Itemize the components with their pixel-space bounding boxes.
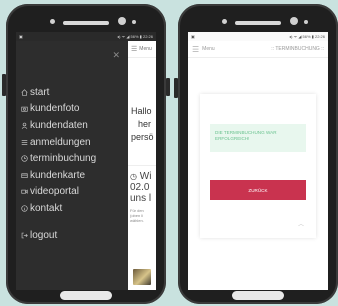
- info-icon: [21, 205, 28, 212]
- volume-button: [2, 74, 6, 96]
- thumbnail-image[interactable]: [133, 269, 151, 285]
- status-bar: ▣ ◂) ᯤ ◢ 56% ▮ 22:26: [188, 32, 328, 41]
- clock-icon: [21, 155, 28, 162]
- home-icon: [21, 89, 28, 96]
- menu-item-kundendaten[interactable]: kundendaten: [21, 117, 128, 134]
- confirmation-card: DIE TERMINBUCHUNG WAR ERFOLGREICH! ZURÜC…: [200, 94, 316, 238]
- greeting-line: her: [138, 119, 152, 129]
- menu-item-label: kontakt: [30, 202, 63, 214]
- clock-icon: ◷: [130, 172, 137, 181]
- navigation-drawer: ✕ start kundenfoto kundendaten anmeldung…: [16, 41, 128, 290]
- appointment-text: Für den (oben li wählen.: [130, 208, 154, 223]
- card-icon: [21, 173, 28, 178]
- menu-item-kontakt[interactable]: kontakt: [21, 200, 128, 217]
- list-icon: [21, 139, 28, 145]
- greeting-line: persö: [131, 132, 154, 142]
- back-button[interactable]: ZURÜCK: [210, 180, 306, 200]
- sensor-icon: [222, 19, 227, 24]
- menu-item-label: anmeldungen: [30, 136, 91, 148]
- menu-item-label: terminbuchung: [30, 153, 97, 165]
- home-button[interactable]: [232, 291, 284, 300]
- menu-item-label: videoportal: [30, 186, 79, 198]
- title-line: 02.0: [130, 182, 150, 193]
- page-header: ☰ Menu: [128, 41, 156, 58]
- video-icon: [21, 189, 28, 195]
- menu-item-label: kundendaten: [30, 119, 88, 131]
- menu-item-kundenfoto[interactable]: kundenfoto: [21, 101, 128, 118]
- status-bar: ▣ ◂) ᯤ ◢ 56% ▮ 22:26: [16, 32, 156, 41]
- right-phone: ▣ ◂) ᯤ ◢ 56% ▮ 22:26 ☰ Menu :: TERMINBUC…: [174, 4, 338, 304]
- user-icon: [21, 122, 28, 129]
- hamburger-icon[interactable]: ☰: [131, 45, 137, 53]
- sensor-icon: [50, 19, 55, 24]
- appointment-title: ◷ Wi 02.0 uns l: [130, 171, 154, 204]
- drawer-menu: start kundenfoto kundendaten anmeldungen…: [21, 84, 128, 243]
- menu-label[interactable]: Menu: [202, 46, 215, 52]
- chevron-up-icon[interactable]: ︿: [298, 219, 304, 228]
- earpiece: [63, 21, 109, 25]
- appointment-card: ◷ Wi 02.0 uns l Für den (oben li wählen.: [128, 165, 156, 228]
- sensor-dot: [132, 20, 136, 24]
- menu-item-anmeldungen[interactable]: anmeldungen: [21, 134, 128, 151]
- title-line: Wi: [139, 171, 152, 182]
- status-left: ▣: [19, 34, 23, 39]
- page-header: ☰ Menu :: TERMINBUCHUNG ::: [188, 41, 328, 58]
- text-line: wählen.: [130, 218, 144, 223]
- hamburger-icon[interactable]: ☰: [192, 45, 199, 54]
- menu-item-label: logout: [30, 229, 58, 241]
- menu-item-label: kundenkarte: [30, 169, 86, 181]
- sensor-dot: [304, 20, 308, 24]
- close-icon[interactable]: ✕: [112, 50, 120, 61]
- page-title: :: TERMINBUCHUNG ::: [271, 46, 324, 52]
- volume-button: [174, 78, 178, 98]
- menu-item-logout[interactable]: logout: [21, 227, 128, 244]
- left-screen: ▣ ◂) ᯤ ◢ 56% ▮ 22:26 ☰ Menu Hallo her pe…: [16, 32, 156, 290]
- greeting-text: Hallo her persö: [131, 105, 154, 144]
- right-screen: ▣ ◂) ᯤ ◢ 56% ▮ 22:26 ☰ Menu :: TERMINBUC…: [188, 32, 328, 290]
- menu-item-kundenkarte[interactable]: kundenkarte: [21, 167, 128, 184]
- left-phone: ▣ ◂) ᯤ ◢ 56% ▮ 22:26 ☰ Menu Hallo her pe…: [2, 4, 170, 304]
- page-behind-drawer: ☰ Menu Hallo her persö ◷ Wi 02.0 uns l F…: [128, 41, 156, 290]
- title-line: uns l: [130, 193, 152, 204]
- status-right: ◂) ᯤ ◢ 56% ▮ 22:26: [289, 33, 325, 39]
- earpiece: [235, 21, 281, 25]
- menu-item-terminbuchung[interactable]: terminbuchung: [21, 150, 128, 167]
- menu-item-label: start: [30, 86, 50, 98]
- menu-item-label: kundenfoto: [30, 103, 80, 115]
- front-camera-icon: [118, 17, 126, 25]
- camera-icon: [21, 107, 28, 113]
- front-camera-icon: [290, 17, 298, 25]
- menu-toggle[interactable]: ☰ Menu: [192, 45, 215, 54]
- home-button[interactable]: [60, 291, 112, 300]
- greeting-line: Hallo: [131, 106, 152, 116]
- menu-item-start[interactable]: start: [21, 84, 128, 101]
- status-left: ▣: [191, 34, 195, 39]
- logout-icon: [21, 232, 28, 238]
- success-message: DIE TERMINBUCHUNG WAR ERFOLGREICH!: [210, 124, 306, 152]
- menu-item-videoportal[interactable]: videoportal: [21, 184, 128, 201]
- status-right: ◂) ᯤ ◢ 56% ▮ 22:26: [117, 33, 153, 39]
- menu-label[interactable]: Menu: [139, 46, 152, 52]
- power-button: [166, 78, 170, 96]
